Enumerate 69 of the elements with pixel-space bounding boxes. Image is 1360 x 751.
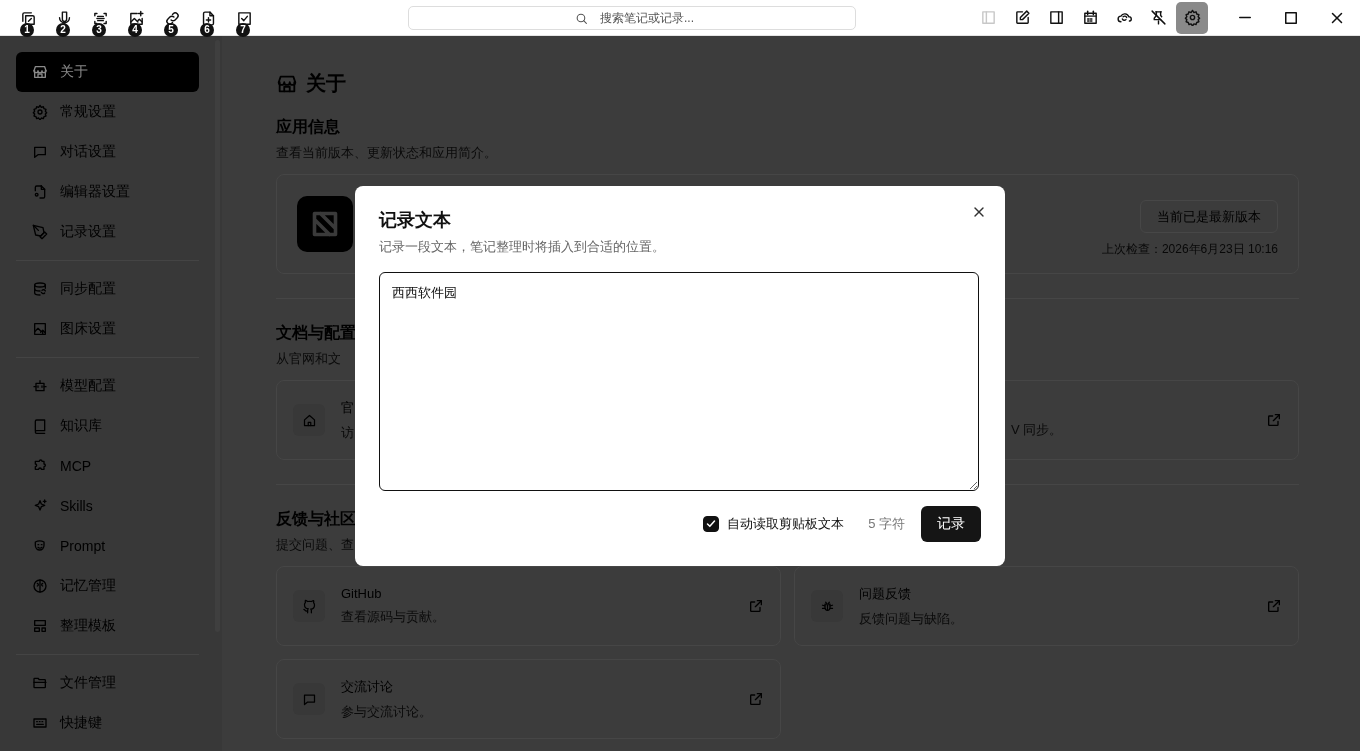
bug-icon [819, 598, 835, 614]
toolbar-button[interactable]: 2 [52, 1, 76, 34]
external-link-icon [748, 598, 764, 614]
card-title: 官 [341, 398, 354, 417]
left-panel-icon [979, 9, 997, 26]
sidebar-item[interactable]: Prompt [16, 526, 199, 566]
keyboard-icon [32, 715, 48, 731]
checkbox-label: 自动读取剪贴板文本 [727, 515, 845, 533]
minimize-icon [1236, 16, 1254, 19]
file-code-icon [32, 184, 48, 200]
app-logo-icon [297, 196, 353, 252]
card-title: 交流讨论 [341, 677, 394, 696]
settings-icon [1183, 9, 1201, 26]
search-field[interactable]: 搜索笔记或记录... [408, 5, 856, 30]
github-icon [301, 598, 317, 614]
store-icon [32, 64, 48, 80]
toolbar-button[interactable]: 5 [160, 1, 184, 34]
toolbar-button[interactable] [1176, 1, 1208, 34]
toolbar-button[interactable]: 7 [232, 1, 256, 34]
checkbox-icon [235, 9, 253, 27]
page-title: 关于 [306, 71, 346, 96]
shortcut-number: 6 [200, 22, 214, 37]
shortcut-number: 5 [164, 22, 178, 37]
image-upload-icon [32, 321, 48, 337]
toolbar-button[interactable]: 6 [196, 1, 220, 34]
dialog-description: 记录一段文本，笔记整理时将插入到合适的位置。 [379, 238, 666, 256]
calendar-icon [1081, 9, 1099, 26]
folder-icon [32, 675, 48, 691]
brain-icon [32, 578, 48, 594]
sidebar-item[interactable]: MCP [16, 446, 199, 486]
bot-icon [32, 378, 48, 394]
shortcut-number: 4 [128, 22, 142, 37]
character-count: 5 字符 [868, 515, 905, 533]
chat-icon [32, 144, 48, 160]
section-heading: 文档与配置 [276, 323, 356, 343]
card-title: GitHub [341, 586, 383, 601]
home-icon [301, 412, 317, 428]
layout-icon [32, 618, 48, 634]
edit-icon [1013, 9, 1031, 26]
sidebar-item[interactable]: 关于 [16, 52, 199, 92]
checkbox[interactable] [703, 516, 720, 532]
toolbar-button[interactable]: 4 [124, 1, 148, 34]
record-button[interactable]: 记录 [921, 506, 981, 542]
book-icon [32, 418, 48, 434]
shortcut-number: 1 [20, 22, 34, 37]
sidebar-item[interactable]: Skills [16, 486, 199, 526]
external-link-icon [1266, 598, 1282, 614]
section-heading: 应用信息 [276, 117, 340, 137]
dialog-title: 记录文本 [379, 209, 452, 232]
text-input-area[interactable]: 西西软件园 [379, 272, 979, 491]
copy-edit-icon [19, 9, 37, 27]
shortcut-number: 3 [92, 22, 106, 37]
external-link-icon [1266, 412, 1282, 428]
image-plus-icon [127, 9, 145, 27]
external-link-icon [748, 691, 764, 707]
shortcut-number: 2 [56, 22, 70, 37]
pen-tool-icon [32, 224, 48, 240]
search-icon [575, 11, 588, 25]
right-panel-icon [1047, 9, 1065, 26]
mask-icon [32, 538, 48, 554]
toolbar-button[interactable]: 3 [88, 1, 112, 34]
chat-icon [301, 691, 317, 707]
toolbar-button[interactable]: 1 [16, 1, 40, 34]
auto-read-checkbox[interactable]: 自动读取剪贴板文本 [703, 515, 845, 533]
section-heading: 反馈与社区 [276, 509, 356, 529]
settings-icon [32, 104, 48, 120]
database-sync-icon [32, 281, 48, 297]
shortcut-number: 7 [236, 22, 250, 37]
pin-off-icon [1149, 9, 1167, 26]
